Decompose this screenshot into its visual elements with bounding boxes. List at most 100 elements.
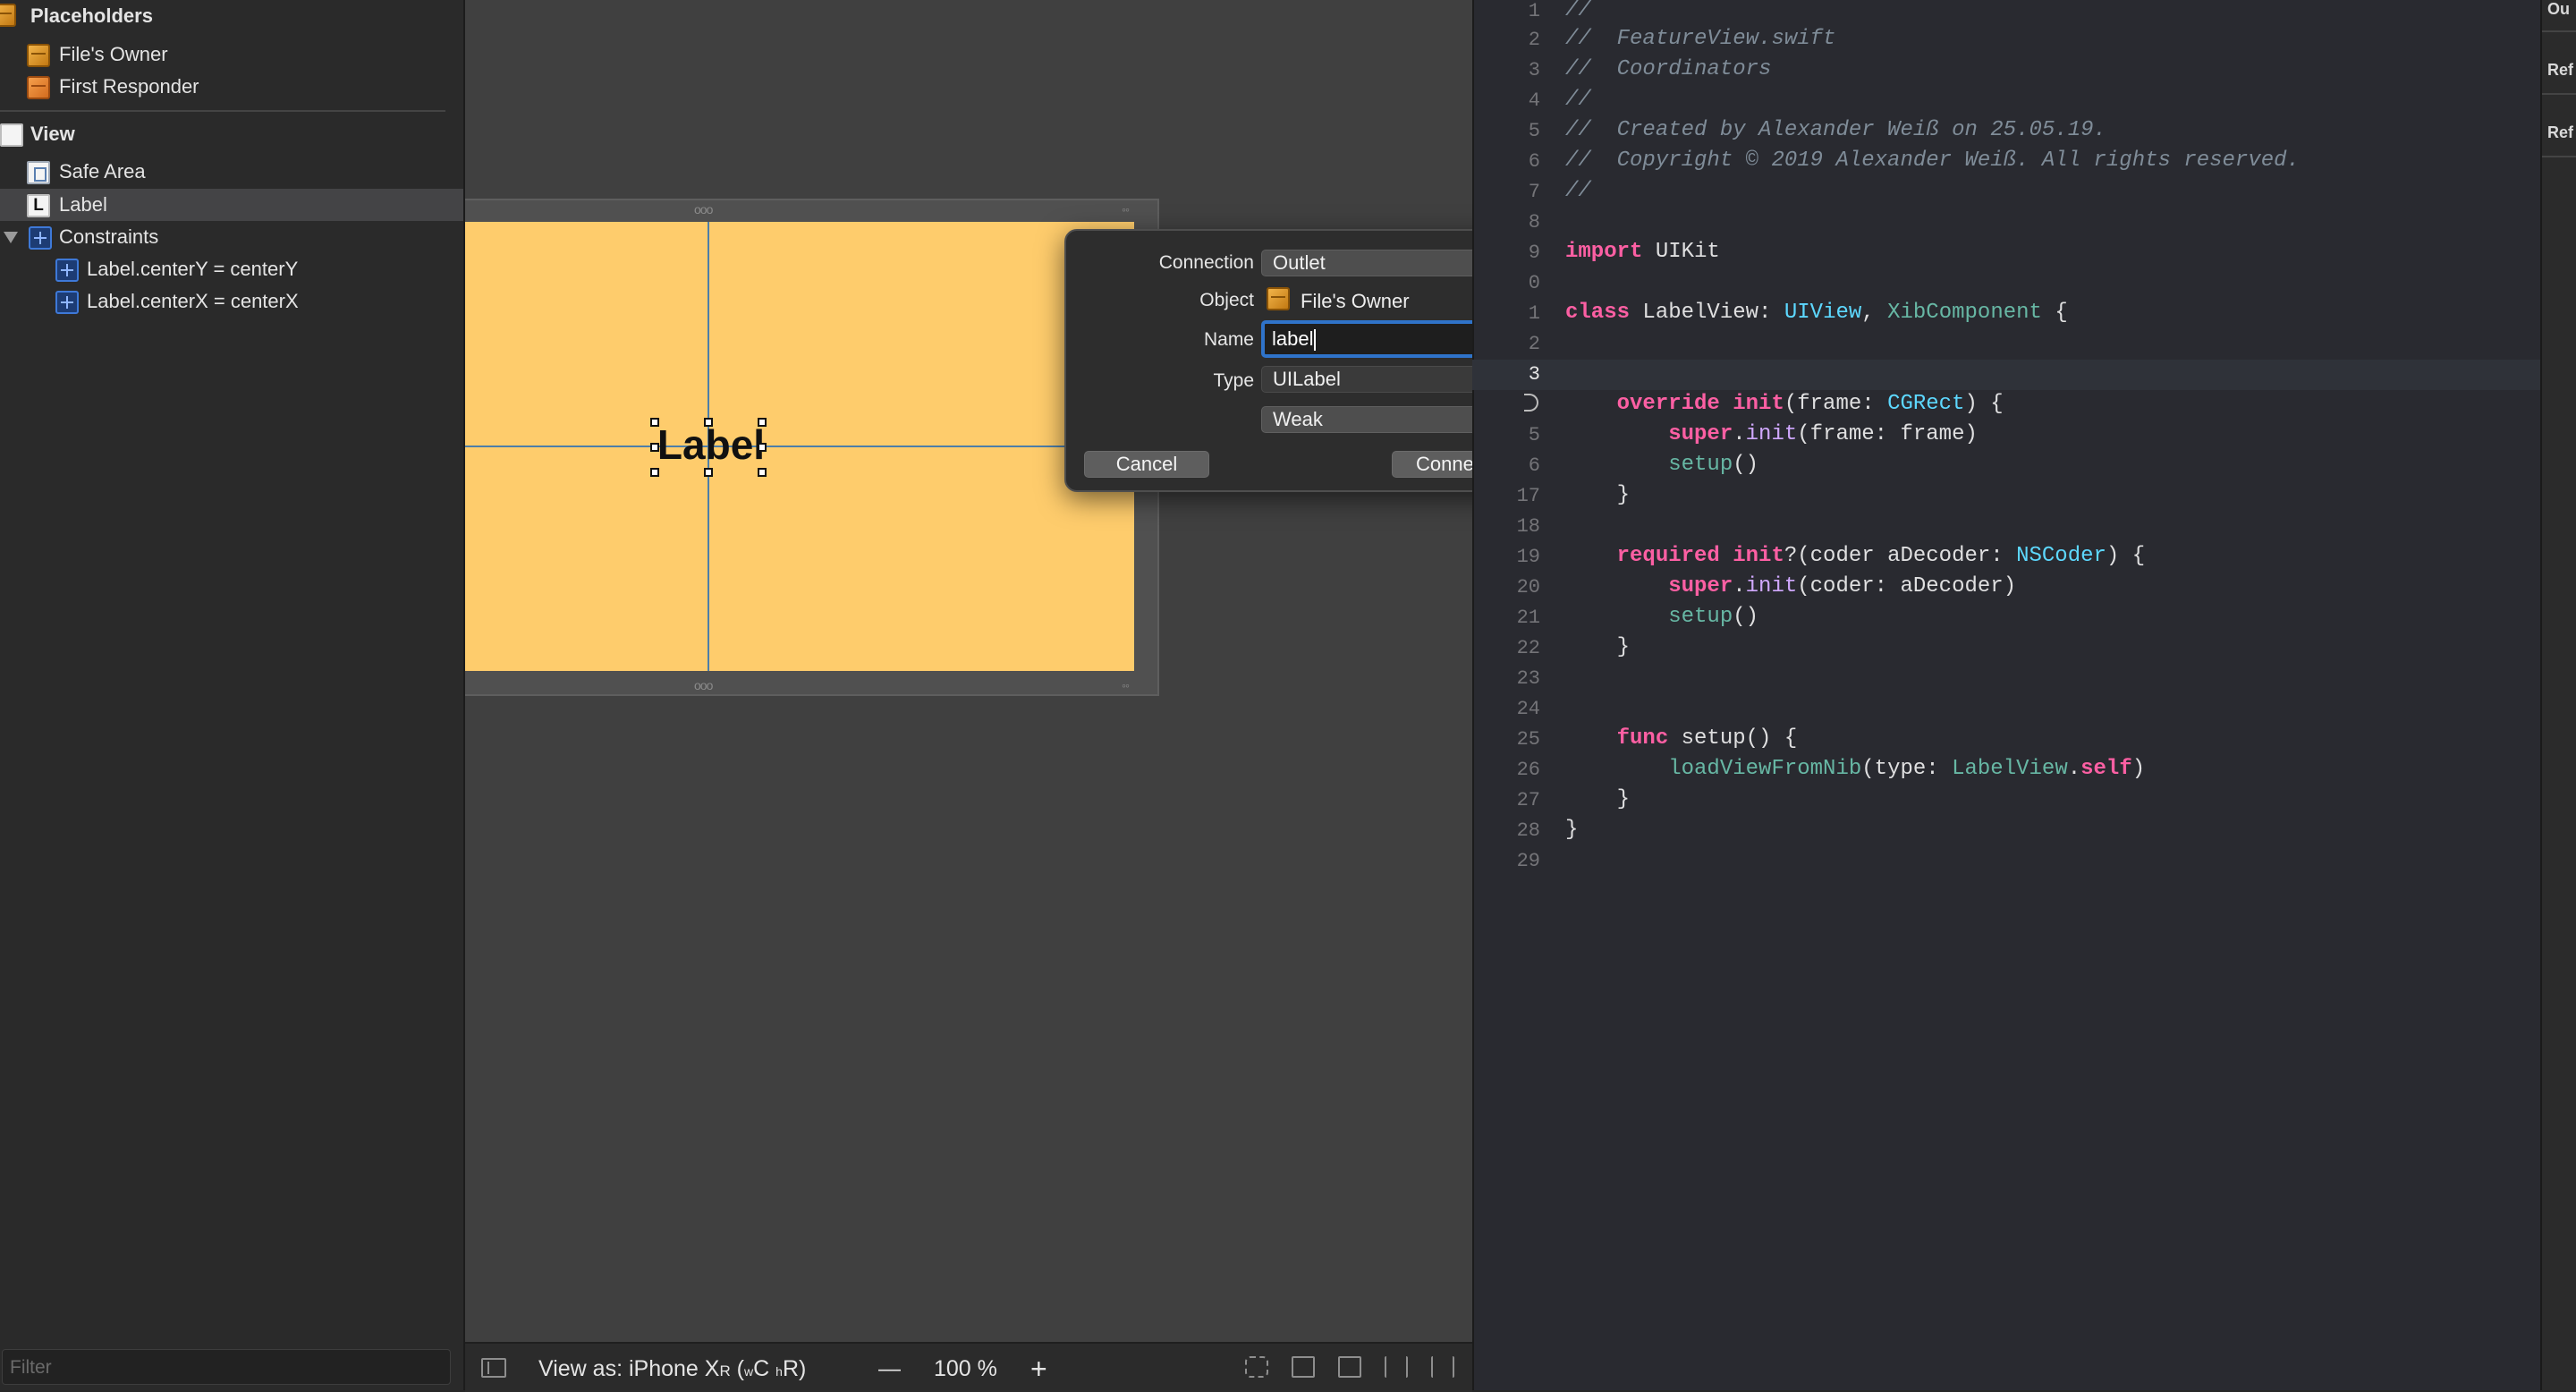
type-name: XibComponent [1887,301,2042,325]
code-text: ?(coder aDecoder: [1784,544,2017,568]
code-line: super.init(frame: frame) [1565,422,1978,446]
view-header-label: View [30,123,75,145]
add-constraints-icon[interactable] [1385,1356,1408,1378]
code-text: } [1616,483,1631,507]
object-label: Object [1199,290,1254,310]
line-number: 9 [1528,242,1540,264]
line-number: 27 [1516,789,1540,811]
selection-handle[interactable] [704,418,713,427]
line-number: 1 [1528,302,1540,325]
outline-filter-field[interactable]: Filter [2,1349,451,1385]
line-number: 2 [1528,29,1540,51]
selection-handle[interactable] [704,468,713,477]
outline-item-label[interactable]: L Label [0,189,463,221]
function-call: setup [1668,605,1733,629]
selection-handle[interactable] [758,443,767,452]
zoom-out-button[interactable]: — [878,1356,901,1382]
type-label: Type [1213,370,1254,391]
line-number: 4 [1528,89,1540,112]
align-icon[interactable] [1338,1356,1361,1378]
outline-view-header[interactable]: View [0,118,463,150]
update-frames-icon[interactable] [1245,1356,1268,1378]
resolve-autolayout-icon[interactable] [1431,1356,1454,1378]
canvas-label[interactable]: Label [656,420,767,469]
outlet-connection-popover: Connection Outlet ⌃⌄ Object File's Owner… [1064,229,1526,492]
line-number: 6 [1528,454,1540,477]
constraint-icon [55,291,79,314]
keyword: func [1616,726,1669,751]
keyword: class [1565,301,1631,325]
code-line: class LabelView: UIView, XibComponent { [1565,301,2068,325]
filter-placeholder: Filter [10,1357,52,1378]
label-icon: L [27,194,50,217]
code-line: } [1565,635,1630,659]
code-text: : [1758,301,1784,325]
cancel-button[interactable]: Cancel [1084,451,1209,478]
toggle-outline-icon[interactable] [481,1358,506,1378]
outline-item-first-responder[interactable]: First Responder [0,71,463,103]
first-responder-label: First Responder [59,75,199,98]
inspector-separator [2542,156,2576,157]
source-editor[interactable] [1472,0,2542,1390]
type-name: LabelView [1952,757,2068,781]
line-number: 21 [1516,607,1540,629]
resize-handle-icon[interactable]: ооо [694,202,713,216]
resize-handle-icon[interactable]: ◦◦ [1122,202,1130,216]
selection-handle[interactable] [650,468,659,477]
name-label: Name [1203,329,1254,350]
selection-handle[interactable] [650,418,659,427]
zoom-level: 100 % [934,1356,997,1381]
paren-open: ( [730,1356,745,1381]
keyword: super [1668,422,1733,446]
resize-handle-icon[interactable]: ◦◦ [1122,678,1130,692]
code-line: // [1565,88,1591,112]
view-as-device-button[interactable]: View as: iPhone XR (wC hR) [538,1356,806,1382]
disclosure-triangle-icon[interactable] [4,232,18,243]
outline-item-constraint[interactable]: Label.centerY = centerY [0,253,463,285]
code-text: . [1733,574,1746,598]
code-line: import UIKit [1565,240,1720,264]
code-line: loadViewFromNib(type: LabelView.self) [1565,757,2145,781]
function-call: setup [1668,453,1733,477]
code-text: ) [2131,757,2146,781]
outline-item-files-owner[interactable]: File's Owner [0,38,463,71]
files-owner-cube-icon [1267,287,1290,310]
code-text: } [1616,635,1631,659]
type-value: UILabel [1273,368,1341,390]
selection-handle[interactable] [758,418,767,427]
outlets-section-label: Ou [2547,0,2570,18]
code-line: } [1565,483,1630,507]
code-line: // Coordinators [1565,57,1772,81]
view-as-r: R [719,1362,731,1379]
embed-in-icon[interactable] [1292,1356,1315,1378]
constraint-icon [55,259,79,282]
code-line: // [1565,179,1591,203]
inspector-separator [2542,93,2576,95]
outline-item-constraints[interactable]: Constraints [0,221,463,253]
line-number: 19 [1516,546,1540,568]
outline-placeholders-header[interactable]: Placeholders [0,0,463,32]
selection-handle[interactable] [758,468,767,477]
function-call: loadViewFromNib [1668,757,1862,781]
resize-handle-icon[interactable]: ооо [694,678,713,692]
code-line: // Copyright © 2019 Alexander Weiß. All … [1565,149,2300,173]
inspector-separator [2542,30,2576,32]
referencing-outlet-collections-label: Ref [2547,123,2574,141]
outline-item-safe-area[interactable]: Safe Area [0,156,463,188]
selection-handle[interactable] [650,443,659,452]
outlet-name-value: label [1272,327,1314,350]
view-as-text: View as: iPhone X [538,1356,720,1381]
method-name: init [1745,574,1798,598]
outline-item-constraint[interactable]: Label.centerX = centerX [0,285,463,318]
line-number: 24 [1516,698,1540,720]
view-icon [0,123,23,147]
code-text: (frame: frame) [1797,422,1978,446]
code-line: setup() [1565,605,1758,629]
zoom-in-button[interactable]: + [1030,1353,1047,1386]
line-number: 28 [1516,819,1540,842]
center-y-guide [465,446,1134,447]
code-line: // FeatureView.swift [1565,27,1836,51]
code-line: setup() [1565,453,1758,477]
line-number: 22 [1516,637,1540,659]
code-text: . [1733,422,1746,446]
